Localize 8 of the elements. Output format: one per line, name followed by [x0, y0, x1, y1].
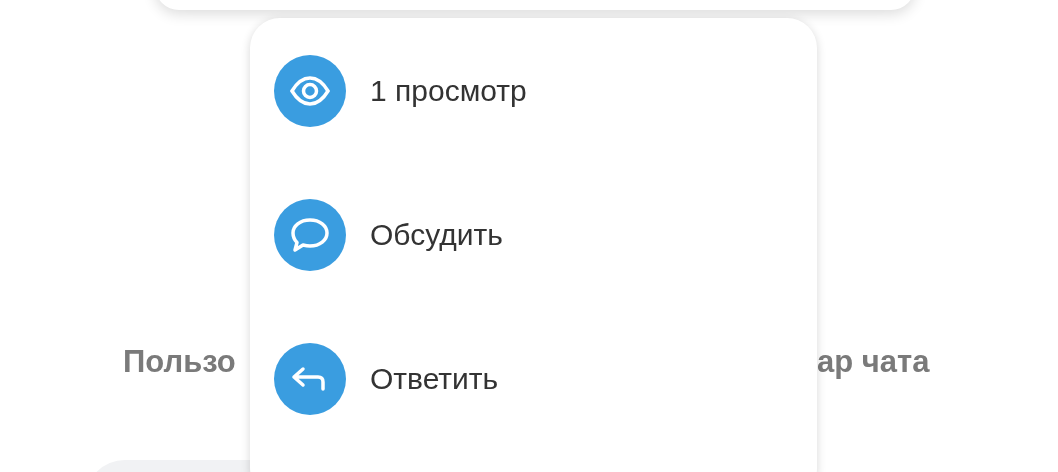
menu-item[interactable]: Ответить	[370, 343, 499, 415]
speech-bubble-icon	[274, 199, 346, 271]
caption-text: Пользо	[123, 342, 237, 381]
menu-item[interactable]: 1 просмотр	[370, 55, 527, 127]
eye-icon	[274, 55, 346, 127]
menu-item[interactable]: Обсудить	[370, 199, 503, 271]
reply-icon	[274, 343, 346, 415]
caption-text: ар чата	[817, 342, 930, 381]
